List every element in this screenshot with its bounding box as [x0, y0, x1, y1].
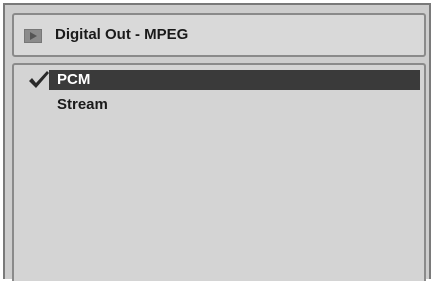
options-panel: PCM Stream — [12, 63, 426, 281]
play-icon — [24, 29, 42, 43]
menu-title: Digital Out - MPEG — [55, 26, 189, 43]
option-pcm[interactable]: PCM — [49, 70, 420, 90]
option-stream[interactable]: Stream — [49, 95, 420, 115]
menu-header: Digital Out - MPEG — [12, 13, 426, 57]
checkmark-icon — [29, 71, 49, 88]
osd-screen: Digital Out - MPEG PCM Stream — [3, 3, 431, 281]
